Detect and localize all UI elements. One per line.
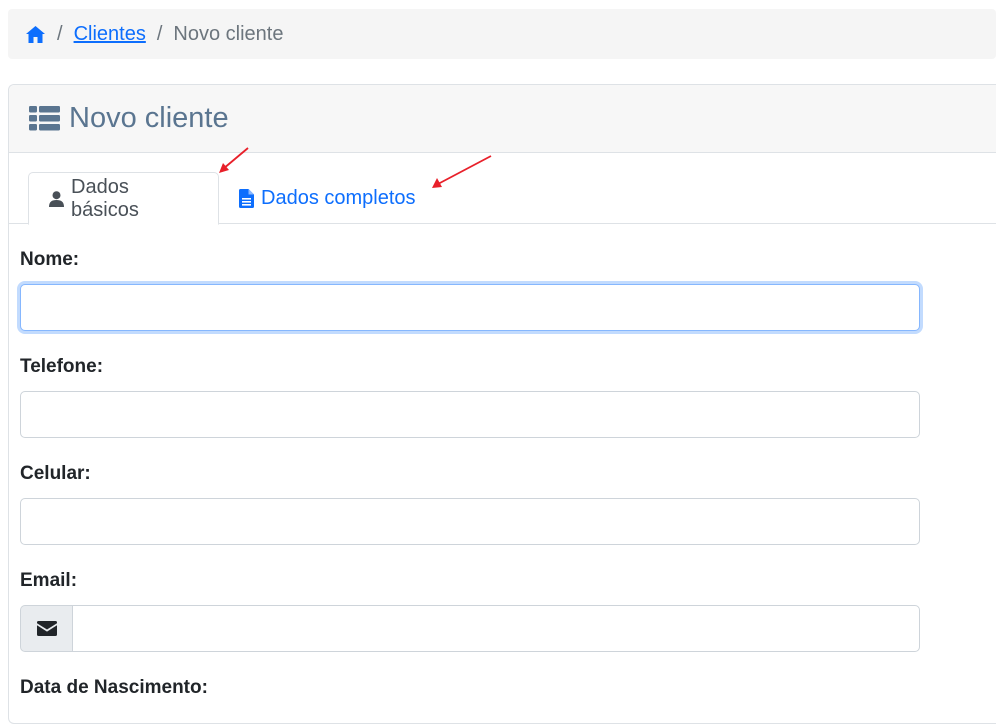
page-title: Novo cliente [69, 102, 229, 134]
celular-label: Celular: [20, 463, 91, 484]
list-icon [29, 106, 60, 131]
file-text-icon [239, 188, 254, 208]
breadcrumb-current: Novo cliente [173, 22, 284, 45]
email-input-group [20, 605, 920, 652]
tab-label: Dados completos [261, 186, 416, 209]
email-input[interactable] [72, 605, 920, 652]
card-header: Novo cliente [9, 85, 996, 153]
celular-input[interactable] [20, 498, 920, 545]
tab-dados-completos[interactable]: Dados completos [219, 172, 436, 224]
telefone-input[interactable] [20, 391, 920, 438]
data-nascimento-label: Data de Nascimento: [20, 677, 208, 698]
envelope-icon [20, 605, 72, 652]
nome-label: Nome: [20, 249, 80, 270]
breadcrumb-link-clientes[interactable]: Clientes [74, 23, 146, 46]
breadcrumb: / Clientes / Novo cliente [8, 9, 996, 59]
user-icon [49, 190, 64, 207]
breadcrumb-separator: / [156, 22, 163, 45]
breadcrumb-separator: / [57, 22, 63, 45]
home-icon[interactable] [26, 25, 45, 43]
tab-dados-basicos[interactable]: Dados básicos [28, 172, 219, 225]
tab-bar: Dados básicos Dados completos [9, 172, 996, 225]
nome-input[interactable] [20, 284, 920, 331]
tab-label: Dados básicos [71, 175, 139, 221]
email-label: Email: [20, 570, 78, 591]
telefone-label: Telefone: [20, 356, 104, 377]
